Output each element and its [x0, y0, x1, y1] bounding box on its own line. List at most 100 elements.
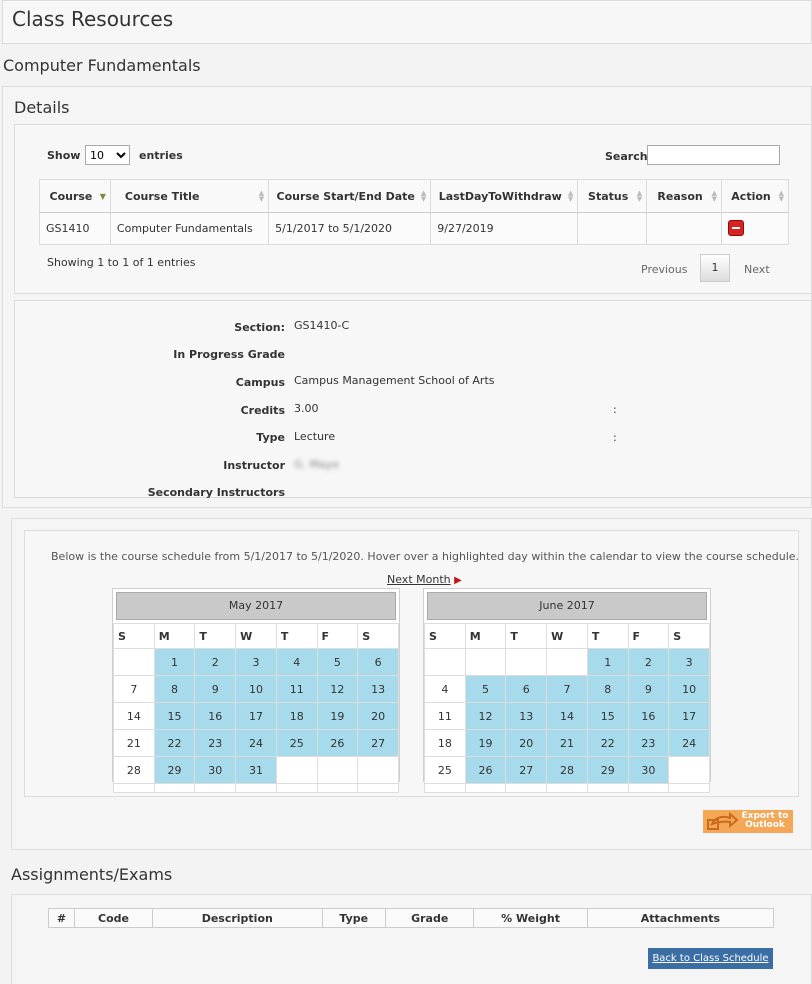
- calendar-body: 1 2 3 4 5 6 7 8 9 10 11 12 13 14 15 16 17 18 19 20 21 22 23 24 2…: [424, 648, 710, 793]
- calendar-empty-cell: [235, 783, 277, 793]
- col-course-title[interactable]: Course Title ▲ ▼: [109, 179, 270, 213]
- calendar-day[interactable]: 6: [357, 648, 399, 676]
- calendar-day[interactable]: 20: [357, 702, 399, 730]
- col-number[interactable]: #: [48, 908, 75, 928]
- calendar-day[interactable]: 30: [627, 756, 670, 784]
- calendar-day[interactable]: 17: [668, 702, 710, 730]
- calendar-day[interactable]: 6: [505, 675, 548, 703]
- calendar-body: 1 2 3 4 5 6 7 8 9 10 11 12 13 14 15 16 17 18 19 20 21 22 23 24 2…: [113, 648, 399, 793]
- col-dates[interactable]: Course Start/End Date ▲ ▼: [268, 179, 432, 213]
- col-status[interactable]: Status ▲ ▼: [577, 179, 648, 213]
- calendar-day[interactable]: 17: [235, 702, 277, 730]
- calendar-day[interactable]: 28: [546, 756, 588, 784]
- col-code[interactable]: Code: [74, 908, 153, 928]
- col-attachments[interactable]: Attachments: [586, 908, 775, 928]
- table-row: GS1410 Computer Fundamentals 5/1/2017 to…: [39, 212, 789, 245]
- pagination-previous[interactable]: Previous: [641, 263, 688, 276]
- calendar-day[interactable]: 24: [668, 729, 710, 757]
- calendar-day[interactable]: 15: [153, 702, 196, 730]
- calendar-day[interactable]: 16: [194, 702, 237, 730]
- calendar-day[interactable]: 25: [275, 729, 318, 757]
- search-input[interactable]: [647, 145, 780, 165]
- calendar-day[interactable]: 29: [586, 756, 629, 784]
- calendar-day: 18: [424, 729, 466, 757]
- calendar-day[interactable]: 18: [275, 702, 318, 730]
- pagination-page-1[interactable]: 1: [700, 254, 730, 282]
- calendar-day: 21: [113, 729, 155, 757]
- col-reason[interactable]: Reason ▲ ▼: [646, 179, 723, 213]
- calendar-day[interactable]: 19: [316, 702, 359, 730]
- calendar-grid: S M T W T F S 1 2 3 4 5 6 7 8 9 10 11 12 13 14 15 16 17 1…: [424, 623, 710, 793]
- sort-icon: ▲ ▼: [636, 189, 643, 203]
- calendar-day[interactable]: 16: [627, 702, 670, 730]
- weekday: W: [546, 623, 588, 649]
- weekday: F: [627, 623, 670, 649]
- col-dates-label: Course Start/End Date: [276, 189, 415, 203]
- cell-action: [721, 212, 789, 245]
- calendar-day[interactable]: 27: [505, 756, 548, 784]
- back-to-class-schedule-button[interactable]: Back to Class Schedule: [648, 948, 773, 969]
- calendar-empty-cell: [275, 783, 318, 793]
- sort-desc-icon: ▼: [99, 192, 106, 201]
- calendar-day[interactable]: 14: [546, 702, 588, 730]
- calendar-day[interactable]: 2: [194, 648, 237, 676]
- calendar-day[interactable]: 24: [235, 729, 277, 757]
- calendar-day[interactable]: 4: [275, 648, 318, 676]
- calendar-day[interactable]: 2: [627, 648, 670, 676]
- col-withdraw[interactable]: LastDayToWithdraw ▲ ▼: [430, 179, 579, 213]
- calendar-day[interactable]: 3: [235, 648, 277, 676]
- next-month-link[interactable]: Next Month ▶: [387, 573, 462, 586]
- col-weight[interactable]: % Weight: [473, 908, 588, 928]
- calendar-day[interactable]: 22: [153, 729, 196, 757]
- calendar-day[interactable]: 21: [546, 729, 588, 757]
- calendar-empty-cell: [668, 756, 710, 784]
- col-grade[interactable]: Grade: [384, 908, 475, 928]
- calendar-day[interactable]: 26: [464, 756, 507, 784]
- calendar-day[interactable]: 9: [627, 675, 670, 703]
- calendar-day[interactable]: 12: [464, 702, 507, 730]
- col-type[interactable]: Type: [321, 908, 386, 928]
- col-reason-label: Reason: [657, 189, 703, 203]
- col-description[interactable]: Description: [152, 908, 323, 928]
- calendar-day[interactable]: 26: [316, 729, 359, 757]
- weekday: S: [668, 623, 710, 649]
- calendar-day[interactable]: 5: [464, 675, 507, 703]
- calendar-day[interactable]: 31: [235, 756, 277, 784]
- calendar-empty-cell: [113, 783, 155, 793]
- calendar-day[interactable]: 29: [153, 756, 196, 784]
- calendar-day[interactable]: 13: [357, 675, 399, 703]
- calendar-day[interactable]: 20: [505, 729, 548, 757]
- calendar-day[interactable]: 23: [194, 729, 237, 757]
- calendar-day[interactable]: 23: [627, 729, 670, 757]
- calendar-day[interactable]: 27: [357, 729, 399, 757]
- calendar-day[interactable]: 5: [316, 648, 359, 676]
- search-label: Search: [605, 150, 648, 163]
- calendar-day[interactable]: 10: [235, 675, 277, 703]
- pagination-next[interactable]: Next: [744, 263, 770, 276]
- calendar-day[interactable]: 11: [275, 675, 318, 703]
- calendar-june: June 2017 S M T W T F S 1 2 3 4 5 6 7 8 9 10 11 12 1…: [423, 588, 711, 793]
- calendar-day[interactable]: 3: [668, 648, 710, 676]
- col-course[interactable]: Course ▼: [39, 179, 111, 213]
- calendar-day[interactable]: 10: [668, 675, 710, 703]
- calendar-day[interactable]: 19: [464, 729, 507, 757]
- calendar-day[interactable]: 12: [316, 675, 359, 703]
- calendar-day[interactable]: 9: [194, 675, 237, 703]
- calendar-week: 25 26 27 28 29 30: [424, 756, 710, 784]
- col-action[interactable]: Action ▲ ▼: [721, 179, 789, 213]
- calendar-week: 21 22 23 24 25 26 27: [113, 729, 399, 757]
- calendar-day[interactable]: 1: [153, 648, 196, 676]
- calendar-day[interactable]: 8: [153, 675, 196, 703]
- page-size-select[interactable]: 10: [85, 145, 130, 165]
- type-colon: :: [613, 431, 617, 444]
- export-outlook-button[interactable]: Export to Outlook: [703, 810, 793, 833]
- calendar-month-title: May 2017: [116, 592, 396, 620]
- calendar-day[interactable]: 8: [586, 675, 629, 703]
- calendar-day[interactable]: 22: [586, 729, 629, 757]
- calendar-day[interactable]: 1: [586, 648, 629, 676]
- calendar-day[interactable]: 13: [505, 702, 548, 730]
- remove-icon[interactable]: [728, 220, 745, 236]
- calendar-day[interactable]: 30: [194, 756, 237, 784]
- calendar-day[interactable]: 7: [546, 675, 588, 703]
- calendar-day[interactable]: 15: [586, 702, 629, 730]
